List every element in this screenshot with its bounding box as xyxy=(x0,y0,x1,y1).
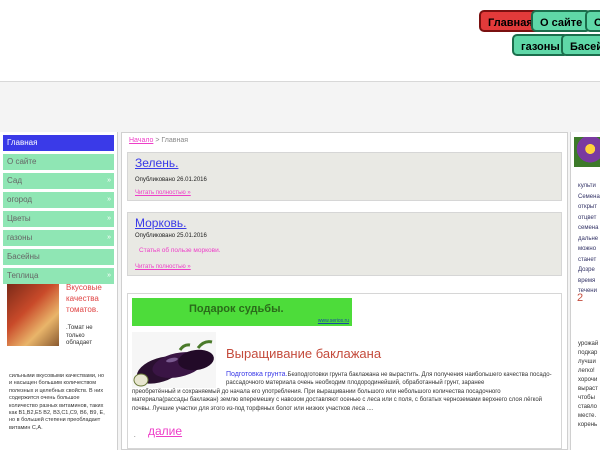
post-card: Морковь. Опубликовано 25.01.2016 Статья … xyxy=(127,212,562,276)
read-more-link[interactable]: Читать полностью » xyxy=(135,190,191,196)
right-text-line: хорочи xyxy=(578,377,598,383)
article-subheading-link[interactable]: Подготовка грунта. xyxy=(226,371,288,378)
post-date: Опубликовано 26.01.2016 xyxy=(135,177,207,183)
article-title: Выращивание баклажана xyxy=(226,346,382,361)
right-text-line: ставло xyxy=(578,404,597,410)
right-text-line: Дозре xyxy=(578,267,595,273)
left-sidebar: Главная О сайте Сад » огород » Цветы » газо… xyxy=(0,132,118,450)
sidebar-item-label: Главная xyxy=(7,138,38,147)
post-excerpt: Статья об пользе моркови. xyxy=(139,247,221,254)
right-text-line: культи xyxy=(578,183,596,189)
post-title-link[interactable]: Зелень. xyxy=(135,156,178,170)
right-text-line: корень xyxy=(578,422,598,428)
right-text-line: выраст xyxy=(578,386,598,392)
right-text-line: открыт xyxy=(578,204,597,210)
promo-block: Вкусовые качества томатов. .Томат не тол… xyxy=(3,280,113,450)
article-text: Подготовка грунта.Безподготовки грунта б… xyxy=(226,371,556,388)
header: Главная О сайте Са газоны Басейн xyxy=(0,0,600,82)
article-card: Подарок судьбы. www.serios.ru Выращивани… xyxy=(127,293,562,449)
read-more-link[interactable]: Читать полностью » xyxy=(135,264,191,270)
sidebar-item-about[interactable]: О сайте xyxy=(3,154,114,170)
right-text-line: чтобы xyxy=(578,395,595,401)
chevron-right-icon: » xyxy=(107,215,111,222)
promo-subtitle: .Томат не только обладает xyxy=(66,325,93,347)
right-text-line: Семена xyxy=(578,193,600,200)
sidebar-item-garden[interactable]: Сад » xyxy=(3,173,114,189)
chevron-right-icon: » xyxy=(107,177,111,184)
right-text-line: отцвет xyxy=(578,214,597,221)
right-text-line: лучши xyxy=(578,359,596,365)
right-sidebar: культи Семена открыт отцвет семена дальн… xyxy=(570,132,600,450)
tomatoes-image xyxy=(7,284,59,346)
eggplant-icon xyxy=(133,340,214,387)
header-divider xyxy=(0,81,600,82)
right-text-line: дальне xyxy=(578,235,599,242)
sidebar-item-label: Цветы xyxy=(7,214,31,223)
right-text-line: урожай xyxy=(578,341,599,347)
sidebar-item-label: Теплица xyxy=(7,271,39,280)
nav-button-pools[interactable]: Басейн xyxy=(561,34,600,56)
post-title-link[interactable]: Морковь. xyxy=(135,216,187,230)
flower-image xyxy=(574,137,600,167)
sidebar-item-home[interactable]: Главная xyxy=(3,135,114,151)
breadcrumb-home-link[interactable]: Начало xyxy=(129,137,153,144)
sidebar-item-lawns[interactable]: газоны » xyxy=(3,230,114,246)
eggplant-image xyxy=(132,332,216,388)
main-content: Начало > Главная Зелень. Опубликовано 26… xyxy=(121,132,568,450)
post-date: Опубликовано 25.01.2016 xyxy=(135,233,207,239)
right-text-line: подкар xyxy=(578,350,598,356)
breadcrumb-current: Главная xyxy=(161,137,189,144)
nav-button-garden[interactable]: Са xyxy=(585,10,600,32)
banner-text: Подарок судьбы. xyxy=(189,303,284,315)
right-text-line: семена xyxy=(578,225,599,231)
nav-button-about[interactable]: О сайте xyxy=(531,10,592,32)
sidebar-item-pools[interactable]: Басейны xyxy=(3,249,114,265)
right-number: 2 xyxy=(577,292,584,304)
chevron-right-icon: » xyxy=(107,234,111,241)
sidebar-item-label: газоны xyxy=(7,233,33,242)
banner[interactable]: Подарок судьбы. www.serios.ru xyxy=(132,298,352,326)
right-text-line: месте. xyxy=(578,413,597,419)
sidebar-item-flowers[interactable]: Цветы » xyxy=(3,211,114,227)
more-link[interactable]: далие xyxy=(148,424,182,438)
article-text-2: преобретённый и сохраняемый до начала ег… xyxy=(132,389,543,412)
sidebar-item-label: Сад xyxy=(7,176,22,185)
banner-url[interactable]: www.serios.ru xyxy=(318,318,349,324)
breadcrumb-separator: > xyxy=(155,137,160,144)
right-text-line: можно xyxy=(578,246,597,252)
article-dot: . xyxy=(134,433,136,439)
post-card: Зелень. Опубликовано 26.01.2016 Читать п… xyxy=(127,152,562,201)
right-text-line: станет xyxy=(578,256,597,263)
promo-text: сильными вкусовыми качествами, но и насы… xyxy=(9,373,105,431)
chevron-right-icon: » xyxy=(107,196,111,203)
sidebar-item-label: О сайте xyxy=(7,157,37,166)
right-text-line: время xyxy=(578,277,596,284)
breadcrumb: Начало > Главная xyxy=(129,137,188,144)
promo-title: Вкусовые качества томатов. xyxy=(66,283,102,314)
right-text-line: легко! xyxy=(578,368,595,374)
sidebar-item-label: Басейны xyxy=(7,252,40,261)
sidebar-item-vegetables[interactable]: огород » xyxy=(3,192,114,208)
sidebar-item-label: огород xyxy=(7,195,33,204)
